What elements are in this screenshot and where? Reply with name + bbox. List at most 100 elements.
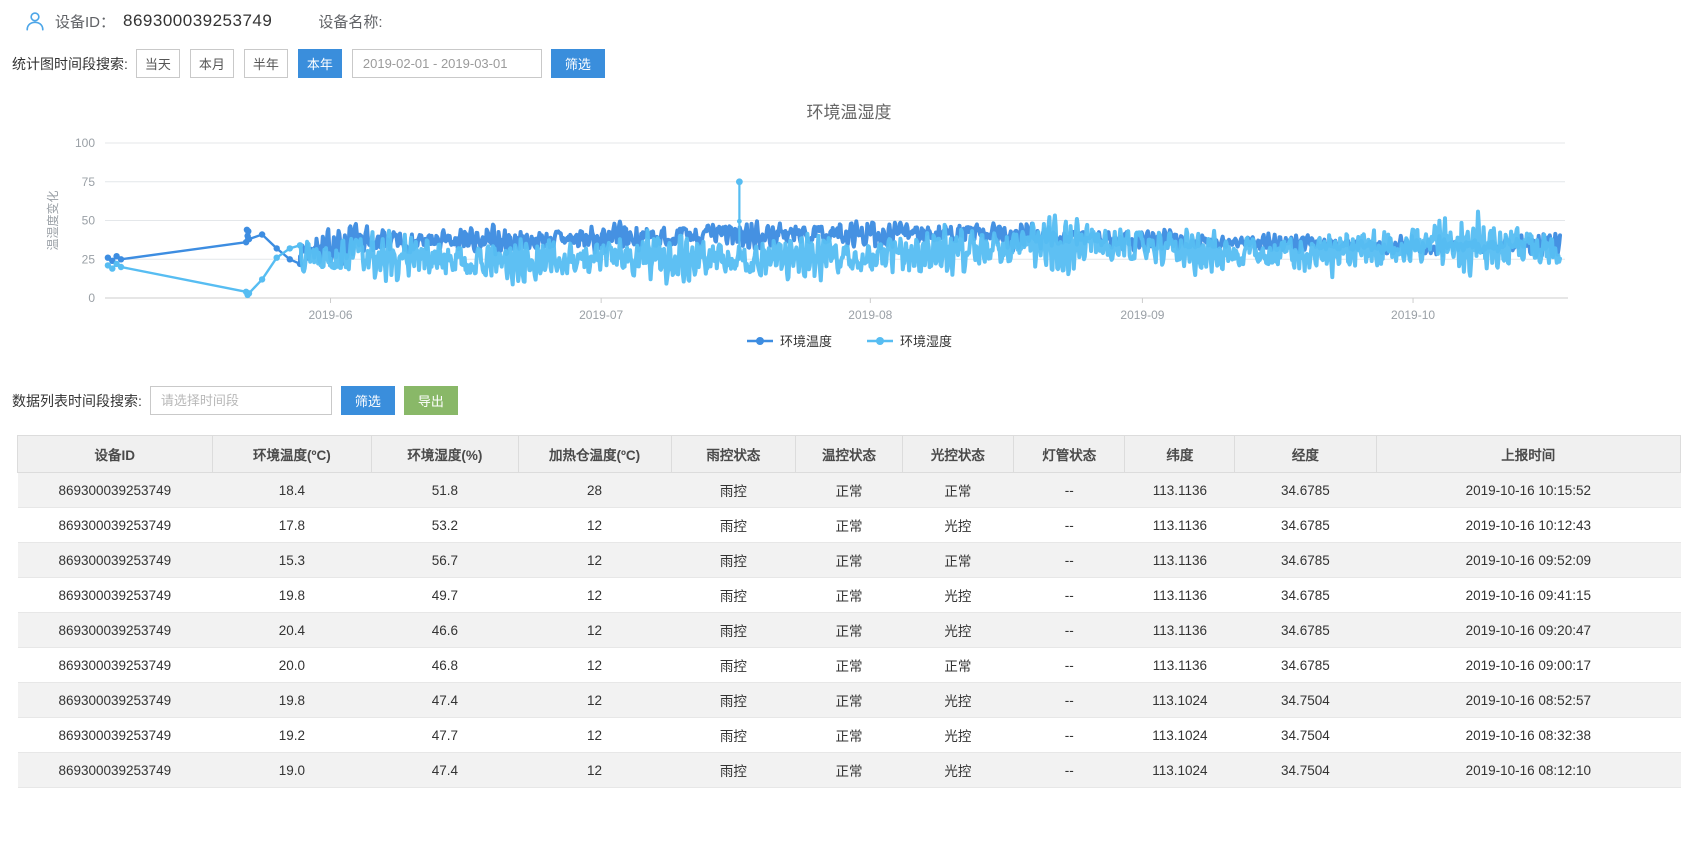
y-tick-label: 75 — [82, 175, 96, 189]
column-header: 雨控状态 — [671, 436, 796, 473]
device-name-label: 设备名称: — [318, 11, 382, 32]
data-table: 设备ID环境温度(ºC)环境湿度(%)加热仓温度(ºC)雨控状态温控状态光控状态… — [17, 435, 1681, 788]
table-cell: 869300039253749 — [18, 613, 213, 648]
table-cell: 869300039253749 — [18, 683, 213, 718]
table-cell: 光控 — [902, 718, 1013, 753]
date-range-input[interactable] — [352, 49, 542, 78]
table-cell: 正常 — [796, 473, 902, 508]
table-cell: 光控 — [902, 508, 1013, 543]
table-cell: -- — [1014, 648, 1125, 683]
device-header: 设备ID： 869300039253749 设备名称: — [0, 0, 1698, 32]
table-cell: 光控 — [902, 683, 1013, 718]
table-cell: 正常 — [796, 683, 902, 718]
table-cell: 19.2 — [212, 718, 372, 753]
table-cell: 113.1136 — [1125, 543, 1235, 578]
range-button-today[interactable]: 当天 — [136, 49, 180, 78]
table-filter-button[interactable]: 筛选 — [341, 386, 395, 415]
table-cell: 雨控 — [671, 508, 796, 543]
table-row: 86930003925374920.046.812雨控正常正常--113.113… — [18, 648, 1681, 683]
table-cell: 2019-10-16 09:41:15 — [1376, 578, 1680, 613]
column-header: 纬度 — [1125, 436, 1235, 473]
table-cell: 34.6785 — [1235, 613, 1376, 648]
table-cell: 869300039253749 — [18, 753, 213, 788]
user-icon — [24, 10, 46, 32]
legend-label: 环境湿度 — [900, 331, 952, 350]
column-header: 设备ID — [18, 436, 213, 473]
table-cell: 正常 — [902, 543, 1013, 578]
chart-section: 环境温湿度 0255075100温湿度变化2019-062019-072019-… — [0, 98, 1698, 350]
range-button-year[interactable]: 本年 — [298, 49, 342, 78]
table-row: 86930003925374915.356.712雨控正常正常--113.113… — [18, 543, 1681, 578]
table-cell: 12 — [518, 753, 671, 788]
table-cell: 雨控 — [671, 683, 796, 718]
table-cell: 869300039253749 — [18, 578, 213, 613]
table-cell: 28 — [518, 473, 671, 508]
table-cell: 113.1136 — [1125, 613, 1235, 648]
y-tick-label: 50 — [82, 214, 96, 228]
table-cell: 2019-10-16 08:12:10 — [1376, 753, 1680, 788]
legend-marker-icon — [866, 335, 894, 347]
table-cell: 34.6785 — [1235, 648, 1376, 683]
table-cell: 19.8 — [212, 578, 372, 613]
table-cell: -- — [1014, 578, 1125, 613]
table-cell: -- — [1014, 683, 1125, 718]
table-cell: 正常 — [796, 718, 902, 753]
table-cell: 113.1136 — [1125, 508, 1235, 543]
export-button[interactable]: 导出 — [404, 386, 458, 415]
table-cell: 光控 — [902, 613, 1013, 648]
table-cell: 正常 — [902, 648, 1013, 683]
table-cell: -- — [1014, 718, 1125, 753]
table-cell: 46.8 — [372, 648, 518, 683]
column-header: 环境温度(ºC) — [212, 436, 372, 473]
table-row: 86930003925374919.247.712雨控正常光控--113.102… — [18, 718, 1681, 753]
table-cell: 光控 — [902, 578, 1013, 613]
table-cell: 12 — [518, 648, 671, 683]
table-cell: 869300039253749 — [18, 543, 213, 578]
table-cell: 雨控 — [671, 648, 796, 683]
table-cell: 12 — [518, 578, 671, 613]
chart-filter-button[interactable]: 筛选 — [551, 49, 605, 78]
table-cell: 正常 — [796, 578, 902, 613]
table-cell: 113.1024 — [1125, 718, 1235, 753]
table-cell: 2019-10-16 10:12:43 — [1376, 508, 1680, 543]
table-row: 86930003925374918.451.828雨控正常正常--113.113… — [18, 473, 1681, 508]
table-cell: -- — [1014, 508, 1125, 543]
table-cell: 17.8 — [212, 508, 372, 543]
legend-item-环境温度[interactable]: 环境温度 — [746, 331, 832, 350]
table-cell: 19.8 — [212, 683, 372, 718]
range-button-halfyear[interactable]: 半年 — [244, 49, 288, 78]
table-row: 86930003925374917.853.212雨控正常光控--113.113… — [18, 508, 1681, 543]
table-cell: 2019-10-16 10:15:52 — [1376, 473, 1680, 508]
table-cell: 18.4 — [212, 473, 372, 508]
x-tick-label: 2019-10 — [1391, 308, 1435, 322]
table-cell: 15.3 — [212, 543, 372, 578]
x-tick-label: 2019-06 — [309, 308, 353, 322]
table-cell: -- — [1014, 473, 1125, 508]
column-header: 温控状态 — [796, 436, 902, 473]
legend-item-环境湿度[interactable]: 环境湿度 — [866, 331, 952, 350]
table-cell: 869300039253749 — [18, 508, 213, 543]
table-cell: 光控 — [902, 753, 1013, 788]
table-cell: 12 — [518, 718, 671, 753]
y-tick-label: 0 — [88, 291, 95, 305]
table-row: 86930003925374919.047.412雨控正常光控--113.102… — [18, 753, 1681, 788]
table-cell: 20.4 — [212, 613, 372, 648]
table-cell: 869300039253749 — [18, 718, 213, 753]
table-date-input[interactable] — [150, 386, 332, 415]
table-cell: 47.7 — [372, 718, 518, 753]
table-cell: 雨控 — [671, 578, 796, 613]
x-tick-label: 2019-07 — [579, 308, 623, 322]
table-cell: 20.0 — [212, 648, 372, 683]
chart-canvas: 0255075100温湿度变化2019-062019-072019-082019… — [0, 127, 1698, 329]
table-cell: 2019-10-16 09:52:09 — [1376, 543, 1680, 578]
table-cell: 12 — [518, 613, 671, 648]
table-cell: -- — [1014, 753, 1125, 788]
table-cell: 雨控 — [671, 473, 796, 508]
table-cell: 正常 — [796, 648, 902, 683]
table-cell: 113.1136 — [1125, 648, 1235, 683]
y-tick-label: 100 — [75, 136, 95, 150]
table-cell: 47.4 — [372, 753, 518, 788]
table-cell: 34.7504 — [1235, 683, 1376, 718]
table-row: 86930003925374920.446.612雨控正常光控--113.113… — [18, 613, 1681, 648]
range-button-month[interactable]: 本月 — [190, 49, 234, 78]
